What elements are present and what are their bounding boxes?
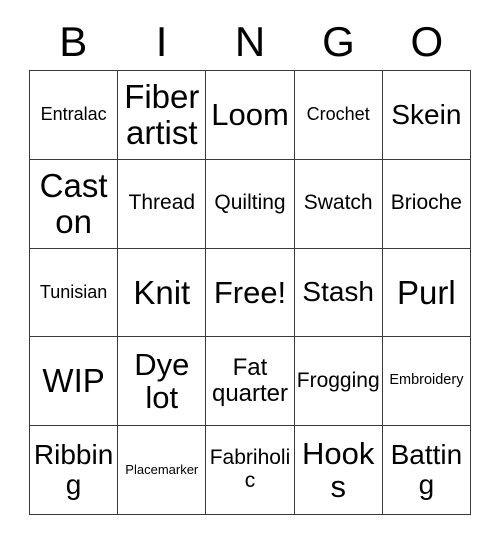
- bingo-cell[interactable]: Loom: [206, 71, 295, 160]
- bingo-cell[interactable]: Brioche: [382, 159, 471, 249]
- bingo-cell[interactable]: Crochet: [294, 71, 383, 160]
- bingo-cell[interactable]: Purl: [382, 248, 471, 338]
- bingo-cell[interactable]: Dye lot: [118, 337, 207, 427]
- bingo-cell-label: Crochet: [306, 104, 370, 125]
- bingo-cell[interactable]: Thread: [118, 159, 207, 249]
- bingo-cell-label: Frogging: [296, 368, 380, 392]
- bingo-cell[interactable]: Entralac: [30, 71, 119, 160]
- bingo-cell-label: Knit: [133, 273, 191, 311]
- bingo-header-letter-n: N: [234, 18, 266, 65]
- bingo-cell-label: Quilting: [214, 191, 286, 215]
- bingo-cell[interactable]: WIP: [30, 337, 119, 427]
- bingo-cell[interactable]: Knit: [118, 248, 207, 338]
- bingo-cell-label: Fiber artist: [124, 78, 200, 151]
- bingo-cell-label: Entralac: [40, 104, 107, 125]
- bingo-cell-label: Cast on: [39, 167, 108, 240]
- bingo-card: B I N G O Entralac Fiber artist Loom Cro…: [0, 0, 500, 544]
- bingo-cell-label: Stash: [302, 276, 374, 308]
- bingo-cell-label: Skein: [391, 98, 462, 130]
- bingo-cell[interactable]: Fiber artist: [118, 71, 207, 160]
- bingo-cell[interactable]: Frogging: [294, 337, 383, 427]
- bingo-cell[interactable]: Quilting: [206, 159, 295, 249]
- bingo-cell-label: Hooks: [302, 435, 375, 505]
- bingo-cell[interactable]: Fat quarter: [206, 337, 295, 427]
- bingo-cell-label: WIP: [42, 362, 105, 400]
- bingo-header-letter-g: G: [322, 18, 355, 65]
- bingo-cell[interactable]: Stash: [294, 248, 383, 338]
- bingo-cell-label: Thread: [128, 191, 196, 215]
- bingo-cell[interactable]: Swatch: [294, 159, 383, 249]
- bingo-header-letter-b: B: [59, 18, 88, 65]
- bingo-cell[interactable]: Cast on: [30, 159, 119, 249]
- bingo-header-row: B I N G O: [29, 14, 471, 70]
- bingo-header-letter-o: O: [410, 18, 444, 65]
- bingo-header-letter-i: I: [155, 18, 168, 65]
- bingo-cell-label: Dye lot: [134, 346, 190, 416]
- bingo-cell-label: Fat quarter: [211, 354, 289, 408]
- bingo-cell-label: Brioche: [390, 191, 462, 215]
- bingo-grid: Entralac Fiber artist Loom Crochet Skein…: [29, 70, 471, 515]
- bingo-cell[interactable]: Tunisian: [30, 248, 119, 338]
- bingo-cell-label: Placemarker: [125, 462, 199, 478]
- bingo-cell-free-space[interactable]: Free!: [206, 248, 295, 338]
- bingo-cell-label: Batting: [390, 438, 463, 501]
- bingo-cell[interactable]: Embroidery: [382, 337, 471, 427]
- bingo-cell-label: Ribbing: [33, 438, 114, 501]
- bingo-cell-label: Embroidery: [389, 372, 464, 389]
- bingo-cell-label: Swatch: [303, 191, 373, 215]
- bingo-cell[interactable]: Batting: [382, 426, 471, 515]
- bingo-cell[interactable]: Skein: [382, 71, 471, 160]
- bingo-cell[interactable]: Ribbing: [30, 426, 119, 515]
- bingo-cell-label: Tunisian: [39, 281, 108, 302]
- bingo-cell-label: Free!: [213, 274, 287, 310]
- bingo-cell[interactable]: Fabriholic: [206, 426, 295, 515]
- bingo-cell[interactable]: Hooks: [294, 426, 383, 515]
- bingo-cell[interactable]: Placemarker: [118, 426, 207, 515]
- bingo-cell-label: Purl: [397, 273, 456, 311]
- bingo-cell-label: Loom: [211, 97, 289, 133]
- bingo-cell-label: Fabriholic: [209, 446, 291, 493]
